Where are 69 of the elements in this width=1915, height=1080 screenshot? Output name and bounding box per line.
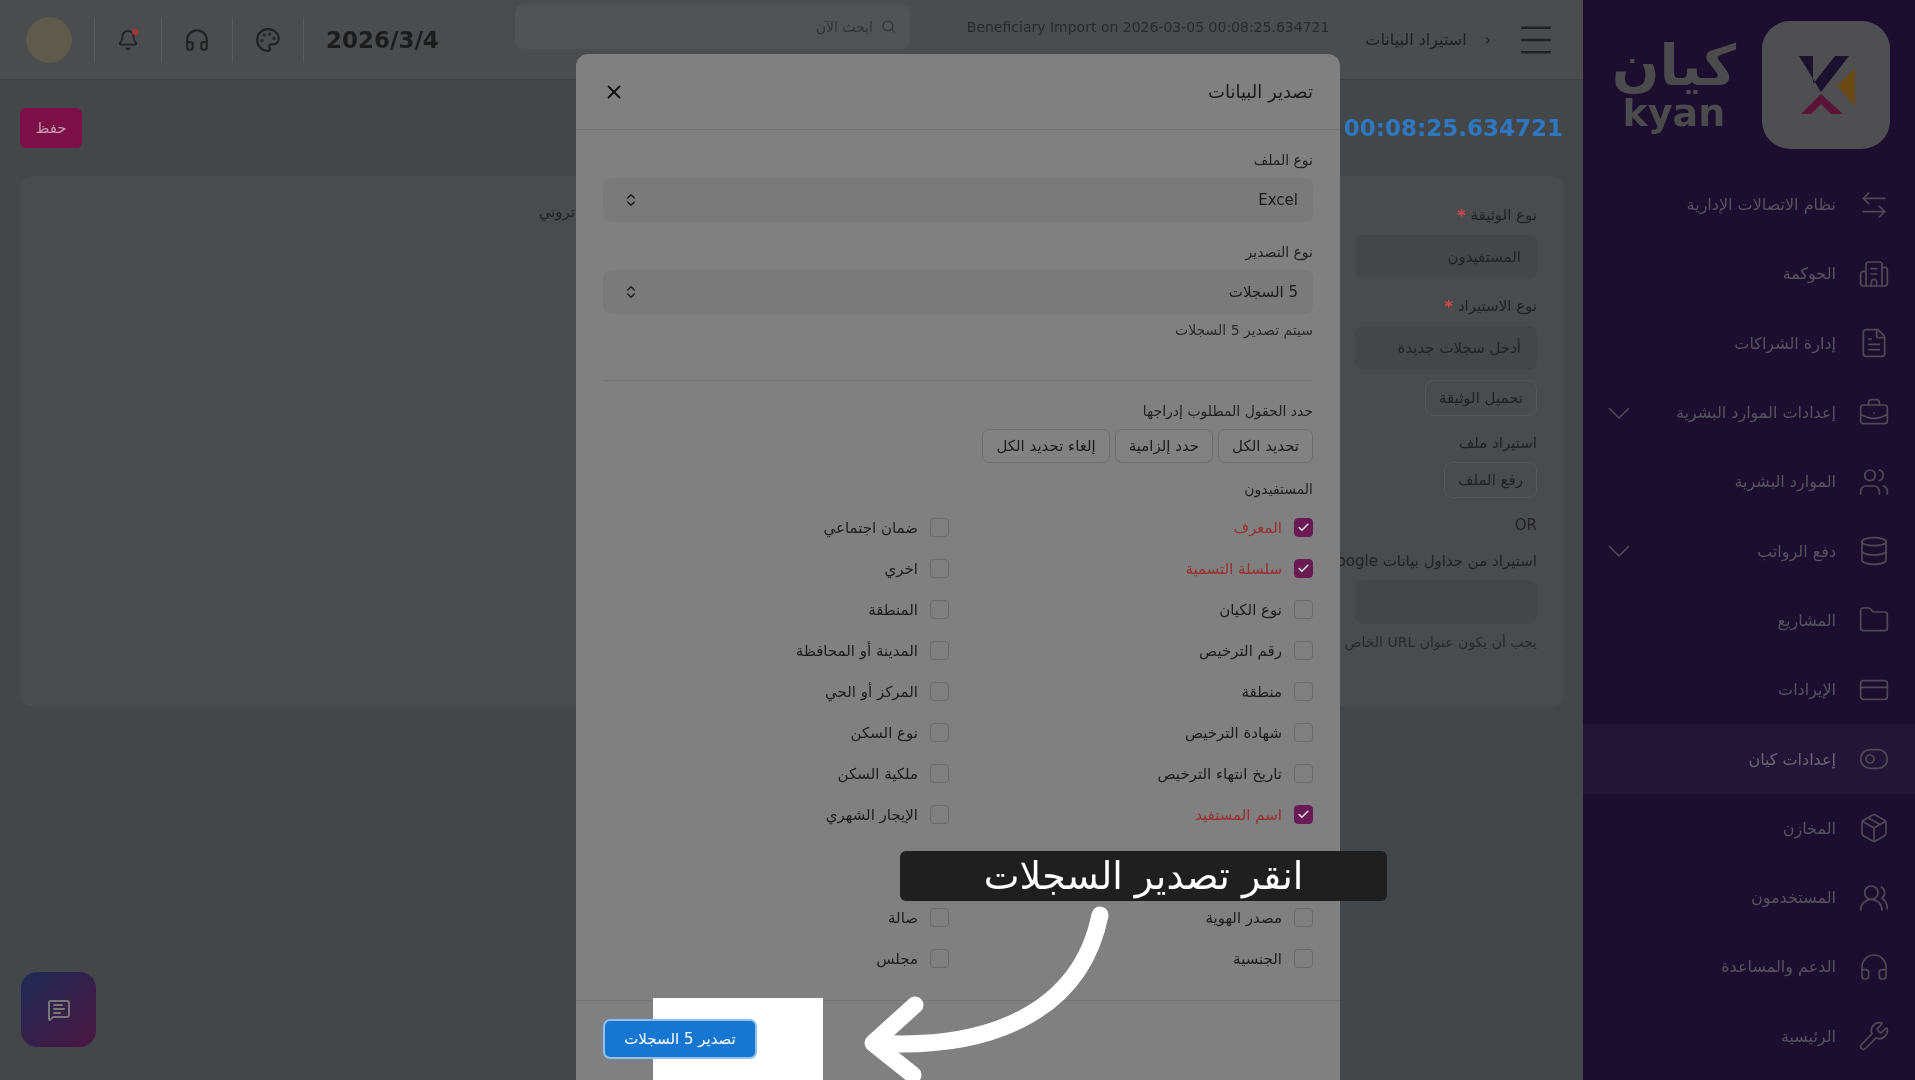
export-button[interactable]: تصدير 5 السجلات xyxy=(603,1019,757,1059)
breadcrumb-separator: › xyxy=(1484,30,1491,49)
palette-icon[interactable] xyxy=(255,26,281,53)
sidebar-item[interactable]: الموارد البشرية xyxy=(1583,447,1915,517)
sidebar-item[interactable]: المخازن xyxy=(1583,793,1915,863)
field-label: نوع التصدير xyxy=(1244,244,1313,260)
headset-icon[interactable] xyxy=(184,26,210,53)
field-label: المعرف xyxy=(1233,518,1282,537)
checkbox[interactable] xyxy=(1294,805,1313,824)
field-label: الجنسية xyxy=(1233,949,1282,968)
sidebar-item[interactable]: الإيرادات xyxy=(1583,655,1915,725)
sidebar-item[interactable]: إدارة الشراكات xyxy=(1583,308,1915,378)
field-label: المركز أو الحي xyxy=(825,682,918,701)
chat-button[interactable] xyxy=(21,972,96,1047)
field-label: صالة xyxy=(888,908,918,927)
tour-tooltip: انقر تصدير السجلات xyxy=(900,851,1387,901)
field-label: سلسلة التسمية xyxy=(1185,559,1282,578)
field-label: نوع السكن xyxy=(850,723,918,742)
database-icon xyxy=(1858,535,1890,568)
check-icon xyxy=(1297,562,1310,575)
check-icon xyxy=(1297,808,1310,821)
logo-text: كيان xyxy=(1611,38,1736,94)
field-label: رقم الترخيص xyxy=(1199,641,1282,660)
field-label: مجلس xyxy=(876,949,918,968)
select-field[interactable]: Excel xyxy=(603,178,1313,222)
dialog-title: تصدير البيانات xyxy=(1208,81,1313,102)
field-label: تاريخ انتهاء الترخيص xyxy=(1157,764,1282,783)
logo-icon xyxy=(1762,21,1890,149)
field-label: الإيجار الشهري xyxy=(825,805,918,824)
sidebar-item[interactable]: دفع الرواتب xyxy=(1583,516,1915,586)
sidebar-item[interactable]: المشاريع xyxy=(1583,585,1915,656)
sidebar-item[interactable]: الحوكمة xyxy=(1583,239,1915,309)
field-label: مصدر الهوية xyxy=(1205,908,1282,927)
field-label: شهادة الترخيص xyxy=(1184,723,1282,742)
sidebar-item[interactable]: إعدادات كيان xyxy=(1583,724,1915,794)
page-title: 00:08:25.634721 xyxy=(1343,115,1563,141)
checkbox[interactable] xyxy=(1294,559,1313,578)
sidebar-item[interactable]: إعدادات الموارد البشرية xyxy=(1583,377,1915,448)
field-label: منطقة xyxy=(1241,682,1282,701)
search-icon xyxy=(880,19,896,34)
logo-text: kyan xyxy=(1622,94,1726,132)
select-field[interactable]: 5 السجلات xyxy=(603,270,1313,314)
select-action-button[interactable]: تحديد الكل xyxy=(1218,429,1313,463)
bell-icon[interactable] xyxy=(117,28,139,51)
field-label: ضمان اجتماعي xyxy=(823,518,918,537)
sidebar-item[interactable]: الرئيسية xyxy=(1583,1001,1915,1071)
section-label: حدد الحقول المطلوب إدراجها xyxy=(1141,403,1313,419)
required-mark: * xyxy=(1444,297,1453,316)
field-label: نوع الكيان xyxy=(1219,600,1282,619)
field-label: نوع الملف xyxy=(1252,152,1313,168)
required-mark: * xyxy=(1457,206,1466,225)
field-label: المدينة أو المحافظة xyxy=(795,641,918,660)
select-action-button[interactable]: إلغاء تحديد الكل xyxy=(982,429,1110,463)
field-label: اسم المستفيد xyxy=(1195,805,1282,824)
checkbox[interactable] xyxy=(1294,518,1313,537)
field-label: المنطقة xyxy=(868,600,918,619)
field-label: اخري xyxy=(884,559,918,578)
field-label: ملكية السكن xyxy=(837,764,918,783)
group-label: المستفيدون xyxy=(1243,481,1313,497)
sidebar-item[interactable]: نظام الاتصالات الإدارية xyxy=(1583,170,1915,240)
box-icon xyxy=(1858,812,1890,845)
tools-icon xyxy=(1858,1020,1890,1053)
save-button[interactable]: حفظ xyxy=(20,108,82,148)
hint-text: سيتم تصدير 5 السجلات xyxy=(1174,322,1313,338)
sidebar-item[interactable]: الدعم والمساعدة xyxy=(1583,932,1915,1002)
sidebar-item[interactable]: المستخدمون xyxy=(1583,862,1915,933)
select-action-button[interactable]: حدد إلزامية xyxy=(1114,429,1214,463)
check-icon xyxy=(1297,521,1310,534)
chat-icon xyxy=(46,997,71,1022)
